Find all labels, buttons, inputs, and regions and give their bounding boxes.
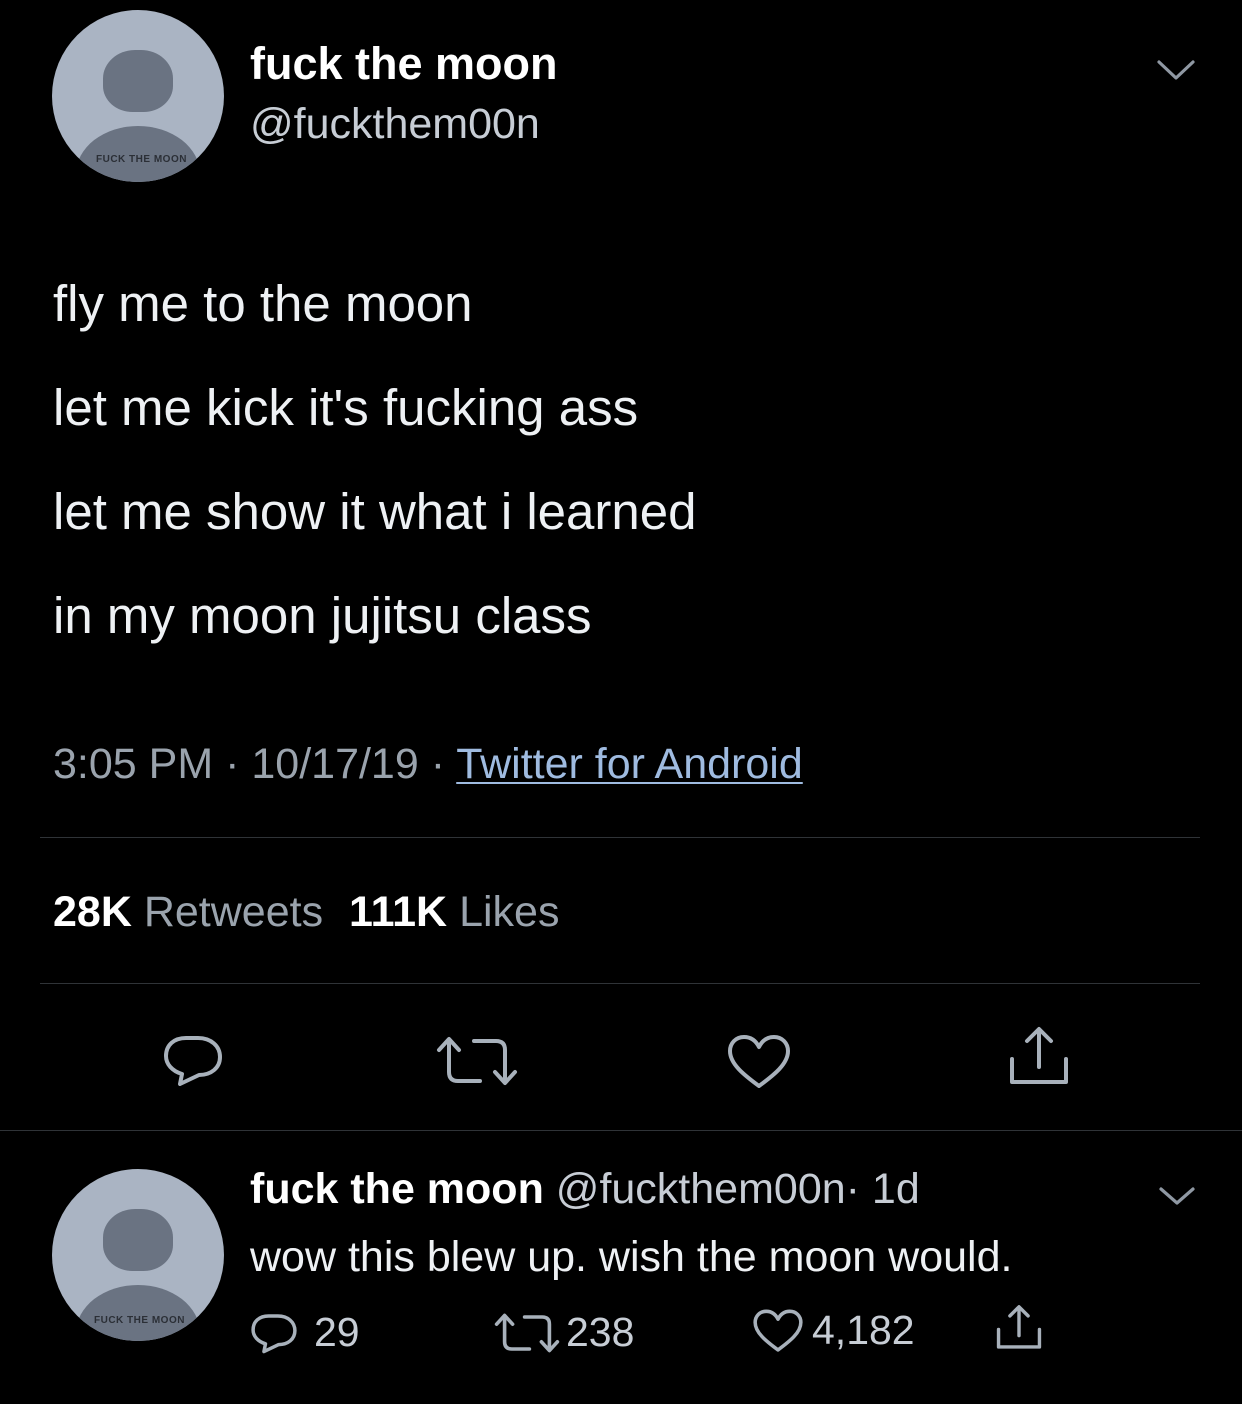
reply-count: 29 xyxy=(314,1309,360,1355)
retweets-label: Retweets xyxy=(143,888,324,936)
user-handle[interactable]: @fuckthem00n xyxy=(556,1165,846,1213)
tweet-line: in my moon jujitsu class xyxy=(53,587,592,644)
retweet-icon[interactable] xyxy=(436,1036,518,1086)
tweet-source-link[interactable]: Twitter for Android xyxy=(456,740,803,788)
likes-count: 111K xyxy=(349,888,448,936)
heart-icon[interactable] xyxy=(726,1034,792,1090)
tweet-line: fly me to the moon xyxy=(53,275,473,332)
avatar[interactable]: FUCK THE MOON xyxy=(52,10,224,182)
reply-icon[interactable] xyxy=(162,1034,224,1086)
avatar-caption: FUCK THE MOON xyxy=(94,1315,185,1326)
avatar-caption: FUCK THE MOON xyxy=(96,154,187,165)
chevron-down-icon[interactable] xyxy=(1156,58,1196,82)
like-count: 4,182 xyxy=(812,1307,915,1353)
avatar-body-shape xyxy=(76,1285,200,1341)
display-name[interactable]: fuck the moon xyxy=(250,36,558,92)
reply-age[interactable]: · 1d xyxy=(846,1165,920,1213)
reply-icon xyxy=(250,1312,298,1354)
avatar-head-shape xyxy=(103,50,173,112)
separator-dot: · xyxy=(225,740,240,788)
avatar-head-shape xyxy=(103,1209,173,1271)
tweet-text: fly me to the moon let me kick it's fuck… xyxy=(53,252,696,668)
share-icon[interactable] xyxy=(994,1303,1044,1353)
user-handle[interactable]: @fuckthem00n xyxy=(250,96,540,152)
retweets-stat[interactable]: 28K Retweets xyxy=(53,888,335,936)
retweet-count: 238 xyxy=(566,1309,635,1355)
reply-action-like[interactable]: 4,182 xyxy=(752,1307,915,1354)
reply-tweet[interactable]: FUCK THE MOON fuck the moon @fuckthem00n… xyxy=(0,1131,1242,1404)
reply-text: wow this blew up. wish the moon would. xyxy=(250,1233,1013,1281)
reply-action-retweet[interactable]: 238 xyxy=(494,1309,634,1356)
separator-dot: · xyxy=(430,740,446,788)
retweets-count: 28K xyxy=(53,888,132,936)
divider xyxy=(40,837,1200,838)
tweet-metadata: 3:05 PM · 10/17/19 · Twitter for Android xyxy=(53,736,803,792)
tweet-date[interactable]: 10/17/19 xyxy=(251,740,418,788)
chevron-down-icon[interactable] xyxy=(1158,1185,1196,1207)
reply-action-reply[interactable]: 29 xyxy=(250,1309,360,1356)
tweet-time: 3:05 PM xyxy=(53,740,214,788)
engagement-counts: 28K Retweets 111K Likes xyxy=(53,884,559,940)
likes-label: Likes xyxy=(459,888,560,936)
retweet-icon xyxy=(494,1313,560,1353)
reply-header: fuck the moon @fuckthem00n· 1d xyxy=(250,1161,920,1217)
tweet-line: let me kick it's fucking ass xyxy=(53,379,639,436)
heart-icon xyxy=(752,1308,804,1354)
likes-stat[interactable]: 111K Likes xyxy=(349,888,559,936)
share-icon[interactable] xyxy=(1006,1026,1072,1088)
divider xyxy=(40,983,1200,984)
display-name[interactable]: fuck the moon xyxy=(250,1165,544,1213)
avatar[interactable]: FUCK THE MOON xyxy=(52,1169,224,1341)
main-tweet: FUCK THE MOON fuck the moon @fuckthem00n… xyxy=(0,0,1242,1130)
tweet-line: let me show it what i learned xyxy=(53,483,697,540)
